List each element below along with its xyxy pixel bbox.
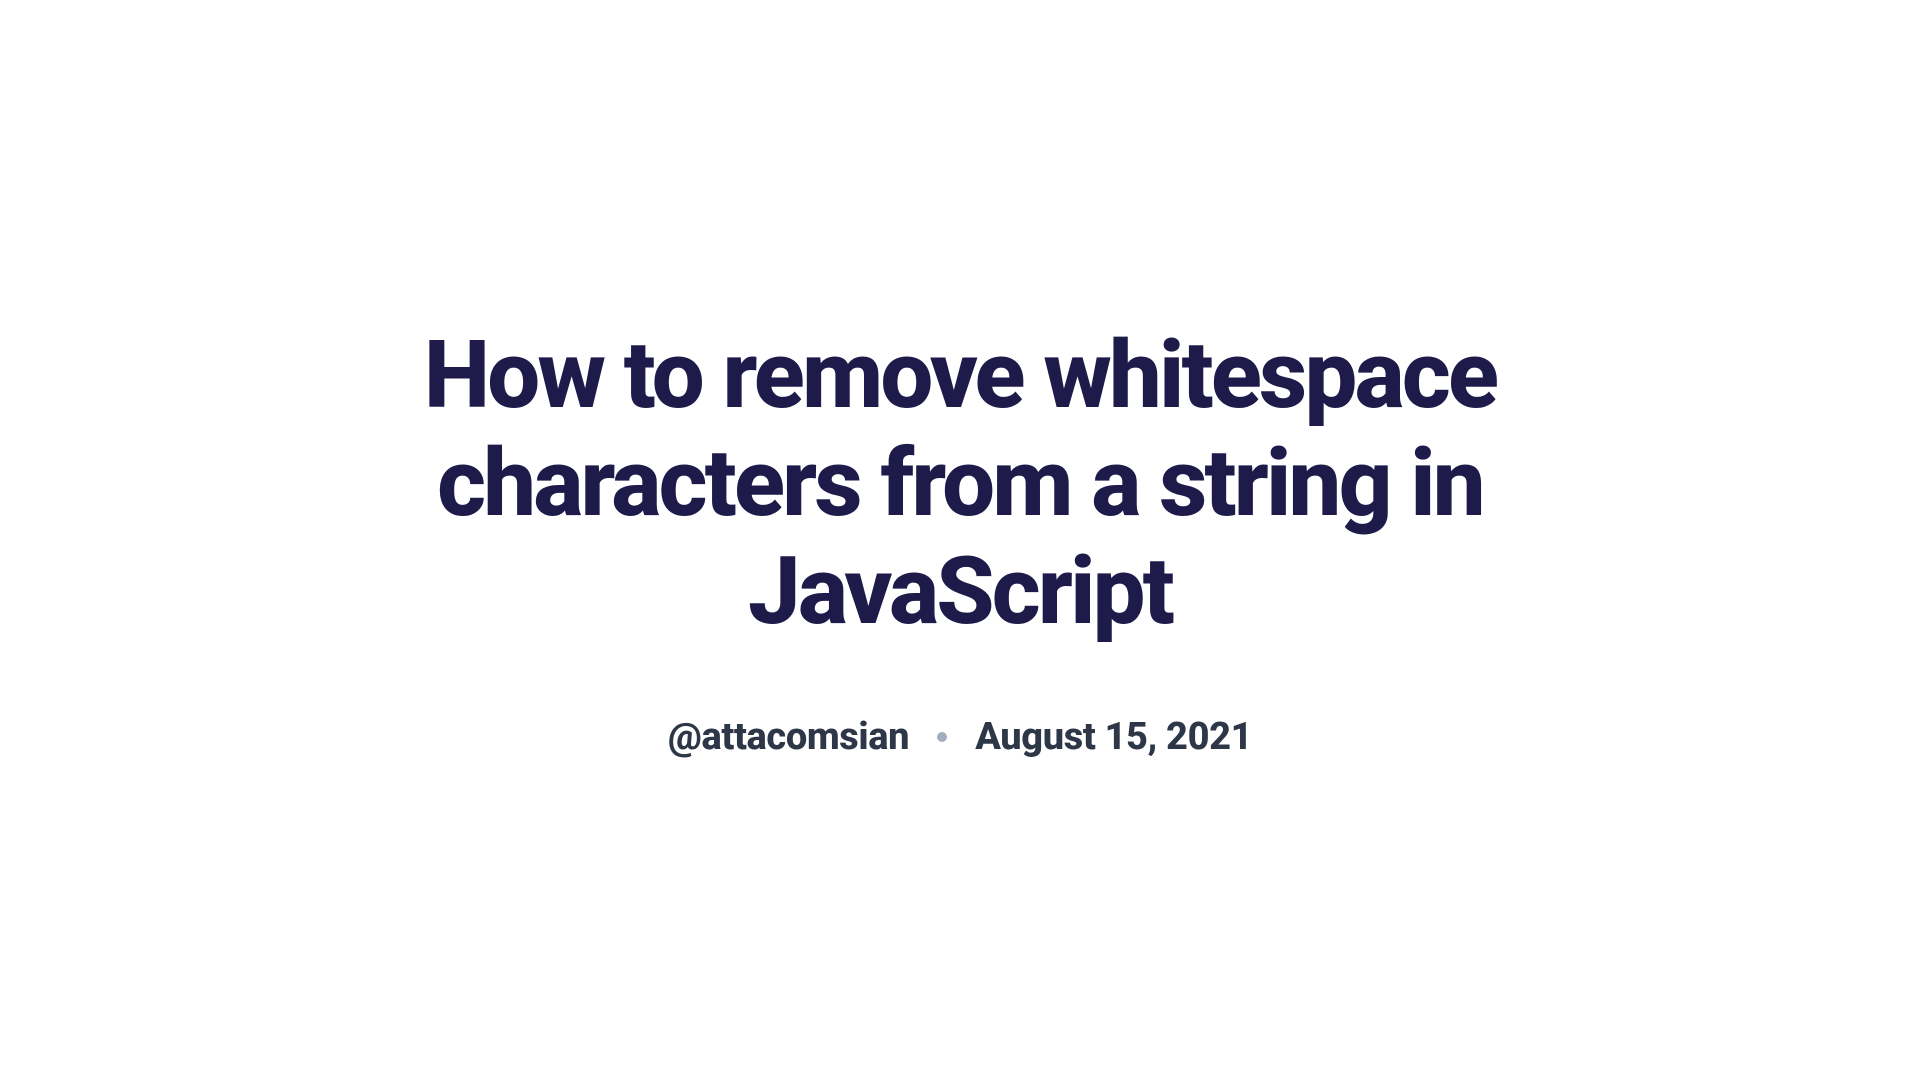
author-handle: @attacomsian bbox=[668, 715, 909, 759]
article-title: How to remove whitespace characters from… bbox=[260, 321, 1660, 645]
publish-date: August 15, 2021 bbox=[975, 715, 1252, 759]
article-meta: @attacomsian August 15, 2021 bbox=[668, 715, 1252, 759]
dot-separator-icon bbox=[937, 732, 947, 742]
article-header: How to remove whitespace characters from… bbox=[260, 321, 1660, 759]
